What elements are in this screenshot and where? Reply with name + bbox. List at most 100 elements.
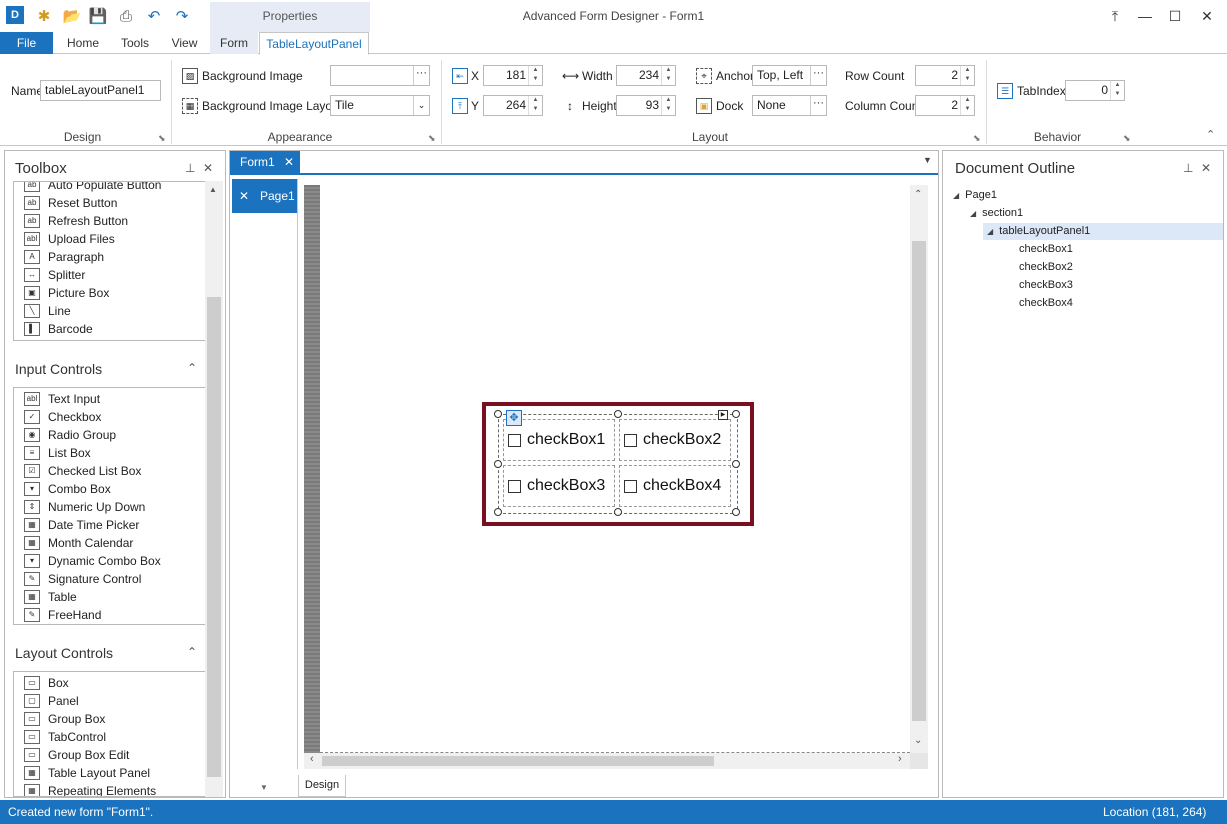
checkbox-box[interactable] xyxy=(508,433,521,447)
ribbon-display-options-icon[interactable]: ⤒ xyxy=(1100,4,1130,28)
checkbox-box[interactable] xyxy=(624,433,637,447)
toolbox-item-box[interactable]: ▭ Box xyxy=(24,674,69,692)
spin-arrows-icon[interactable]: ▲ ▼ xyxy=(661,96,675,115)
scroll-up-icon[interactable]: ▲ xyxy=(209,185,217,194)
tabindex-spin[interactable]: 0 ▲ ▼ xyxy=(1065,80,1125,101)
toolbox-scrollbar[interactable]: ▲ xyxy=(205,181,223,797)
toolbox-item-freehand[interactable]: ✎ FreeHand xyxy=(24,606,101,624)
resize-handle[interactable] xyxy=(494,410,502,418)
toolbox-item-month-calendar[interactable]: ▦ Month Calendar xyxy=(24,534,133,552)
tab-tablelayoutpanel[interactable]: TableLayoutPanel xyxy=(259,32,369,55)
toolbox-item-table[interactable]: ▦ Table xyxy=(24,588,77,606)
scrollbar-thumb[interactable] xyxy=(207,297,221,777)
close-page-icon[interactable]: ✕ xyxy=(239,179,249,213)
tab-design[interactable]: Design xyxy=(298,775,346,797)
tree-node-checkbox[interactable]: checkBox3 xyxy=(1019,279,1073,291)
open-folder-icon[interactable]: 📂 xyxy=(62,6,82,26)
spin-arrows-icon[interactable]: ▲ ▼ xyxy=(960,96,974,115)
toolbox-item-checkbox[interactable]: ✓ Checkbox xyxy=(24,408,101,426)
toolbox-item-auto-populate-button[interactable]: ab Auto Populate Button xyxy=(24,182,161,194)
close-button[interactable]: ✕ xyxy=(1192,4,1222,28)
tree-node-checkbox[interactable]: checkBox4 xyxy=(1019,297,1073,309)
column-count-spin[interactable]: 2 ▲ ▼ xyxy=(915,95,975,116)
save-icon[interactable]: 💾 xyxy=(88,6,108,26)
scroll-right-icon[interactable]: › xyxy=(898,753,902,765)
toolbox-item-group-box-edit[interactable]: ▭ Group Box Edit xyxy=(24,746,129,764)
checkbox-box[interactable] xyxy=(624,479,637,493)
toolbox-item-checked-list-box[interactable]: ☑ Checked List Box xyxy=(24,462,141,480)
toolbox-item-paragraph[interactable]: A Paragraph xyxy=(24,248,104,266)
toolbox-item-dynamic-combo-box[interactable]: ▾ Dynamic Combo Box xyxy=(24,552,161,570)
expand-arrow-icon[interactable]: ◢ xyxy=(970,209,976,218)
bg-image-field[interactable]: ··· xyxy=(330,65,430,86)
scroll-down-icon[interactable]: ▼ xyxy=(260,783,268,792)
resize-handle[interactable] xyxy=(494,460,502,468)
appearance-launcher-icon[interactable]: ⬊ xyxy=(428,133,436,144)
behavior-launcher-icon[interactable]: ⬊ xyxy=(1123,133,1131,144)
close-tab-icon[interactable]: ✕ xyxy=(284,151,294,173)
browse-bg-image-button[interactable]: ··· xyxy=(413,66,429,85)
height-spin[interactable]: 93 ▲ ▼ xyxy=(616,95,676,116)
print-icon[interactable]: ⎙ xyxy=(116,6,136,26)
anchor-field[interactable]: Top, Left ··· xyxy=(752,65,827,86)
resize-handle[interactable] xyxy=(732,460,740,468)
resize-handle[interactable] xyxy=(614,410,622,418)
chevron-down-icon[interactable]: ⌄ xyxy=(413,96,429,115)
x-spin[interactable]: 181 ▲ ▼ xyxy=(483,65,543,86)
close-panel-icon[interactable]: ✕ xyxy=(1201,161,1211,175)
tree-node-checkbox[interactable]: checkBox2 xyxy=(1019,261,1073,273)
tree-node-tablelayoutpanel1[interactable]: ◢ tableLayoutPanel1 xyxy=(987,225,1090,237)
minimize-button[interactable]: — xyxy=(1130,4,1160,28)
table-layout-panel-selection[interactable]: checkBox1 checkBox2 checkBox3 checkBox4 … xyxy=(482,402,754,526)
spin-arrows-icon[interactable]: ▲ ▼ xyxy=(960,66,974,85)
scroll-down-icon[interactable]: ⌄ xyxy=(914,735,922,746)
undo-icon[interactable]: ↶ xyxy=(144,6,164,26)
expand-arrow-icon[interactable]: ◢ xyxy=(953,191,959,200)
tab-view[interactable]: View xyxy=(162,32,207,54)
checkbox-cell[interactable]: checkBox3 xyxy=(503,465,615,507)
resize-handle[interactable] xyxy=(494,508,502,516)
new-icon[interactable]: ✱ xyxy=(34,6,54,26)
toolbox-item-refresh-button[interactable]: ab Refresh Button xyxy=(24,212,128,230)
toolbox-item-repeating-elements[interactable]: ▦ Repeating Elements xyxy=(24,782,156,796)
toolbox-item-picture-box[interactable]: ▣ Picture Box xyxy=(24,284,109,302)
spin-arrows-icon[interactable]: ▲ ▼ xyxy=(528,66,542,85)
vertical-scrollbar[interactable]: ⌃ ⌄ xyxy=(910,185,928,753)
toolbox-item-reset-button[interactable]: ab Reset Button xyxy=(24,194,117,212)
pin-icon[interactable]: ⊥ xyxy=(185,161,195,175)
pin-icon[interactable]: ⊥ xyxy=(1183,161,1193,175)
checkbox-box[interactable] xyxy=(508,479,521,493)
tab-home[interactable]: Home xyxy=(58,32,108,54)
toolbox-item-panel[interactable]: ▢ Panel xyxy=(24,692,79,710)
collapse-ribbon-icon[interactable]: ⌃ xyxy=(1206,128,1215,141)
toolbox-item-splitter[interactable]: ↔ Splitter xyxy=(24,266,85,284)
toolbox-item-tabcontrol[interactable]: ▭ TabControl xyxy=(24,728,106,746)
toolbox-item-table-layout-panel[interactable]: ▦ Table Layout Panel xyxy=(24,764,150,782)
resize-handle[interactable] xyxy=(614,508,622,516)
toolbox-item-signature-control[interactable]: ✎ Signature Control xyxy=(24,570,141,588)
toolbox-item-radio-group[interactable]: ◉ Radio Group xyxy=(24,426,116,444)
toolbox-item-upload-files[interactable]: abl Upload Files xyxy=(24,230,115,248)
spin-arrows-icon[interactable]: ▲ ▼ xyxy=(1110,81,1124,100)
resize-handle[interactable] xyxy=(732,508,740,516)
dock-field[interactable]: None ··· xyxy=(752,95,827,116)
redo-icon[interactable]: ↷ xyxy=(172,6,192,26)
spin-arrows-icon[interactable]: ▲ ▼ xyxy=(528,96,542,115)
toolbox-item-numeric-up-down[interactable]: ⇕ Numeric Up Down xyxy=(24,498,145,516)
smart-tag-icon[interactable]: ▶ xyxy=(718,410,728,420)
row-count-spin[interactable]: 2 ▲ ▼ xyxy=(915,65,975,86)
expand-arrow-icon[interactable]: ◢ xyxy=(987,227,993,236)
tab-form1[interactable]: Form1 ✕ xyxy=(230,151,300,175)
toolbox-item-text-input[interactable]: abl Text Input xyxy=(24,390,100,408)
toolbox-item-combo-box[interactable]: ▾ Combo Box xyxy=(24,480,111,498)
tree-node-page1[interactable]: ◢ Page1 xyxy=(953,189,997,201)
hscroll-thumb[interactable] xyxy=(322,756,714,766)
collapse-chevron-icon[interactable]: ⌃ xyxy=(187,361,197,375)
design-launcher-icon[interactable]: ⬊ xyxy=(158,133,166,144)
toolbox-item-barcode[interactable]: ▌ Barcode xyxy=(24,320,93,338)
tab-form[interactable]: Form xyxy=(210,32,258,54)
toolbox-item-group-box[interactable]: ▭ Group Box xyxy=(24,710,105,728)
tree-node-section1[interactable]: ◢ section1 xyxy=(970,207,1023,219)
layout-launcher-icon[interactable]: ⬊ xyxy=(973,133,981,144)
dock-editor-button[interactable]: ··· xyxy=(810,96,826,115)
